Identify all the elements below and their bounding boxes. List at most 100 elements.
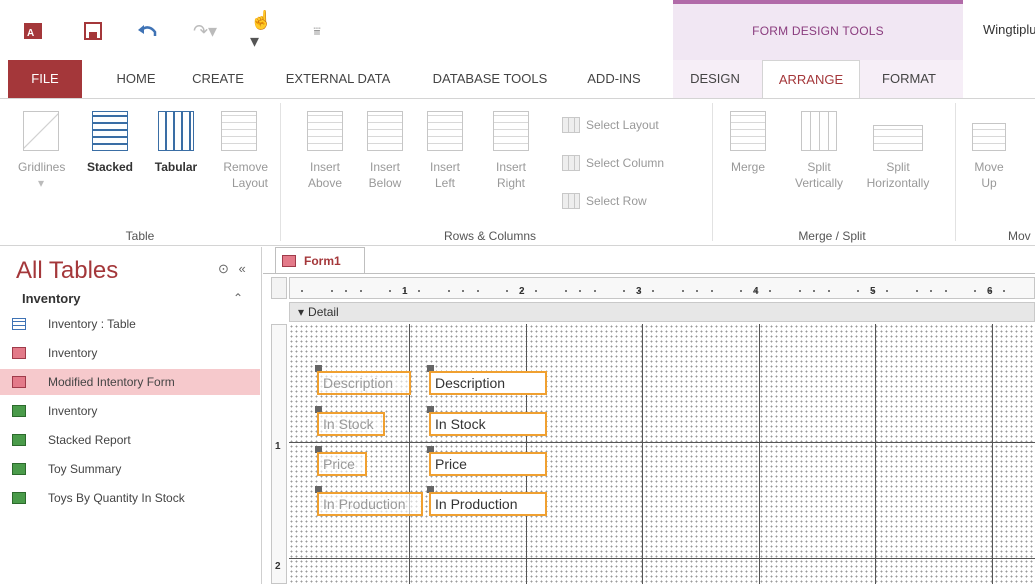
tab-design[interactable]: DESIGN — [680, 60, 750, 98]
price-label[interactable]: Price — [317, 452, 367, 476]
nav-group-header[interactable]: Inventory — [22, 291, 81, 306]
shutter-bar-icon[interactable]: « — [239, 261, 246, 276]
list-item-selected[interactable]: Modified Intentory Form — [0, 369, 260, 395]
list-item-label: Inventory : Table — [48, 317, 136, 331]
ruler-dot — [652, 290, 655, 292]
insert-left-icon — [427, 111, 463, 151]
detail-section-header[interactable]: ▾ Detail — [289, 302, 1035, 322]
remove-layout-icon — [221, 111, 257, 151]
description-textbox[interactable]: Description — [429, 371, 547, 395]
remove-layout-label-2: Layout — [231, 176, 268, 190]
merge-button[interactable]: Merge — [724, 111, 772, 175]
in-production-label[interactable]: In Production — [317, 492, 423, 516]
list-item[interactable]: Inventory — [12, 340, 258, 366]
merge-label: Merge — [730, 160, 765, 174]
select-column-label: Select Column — [586, 156, 665, 170]
tab-file[interactable]: FILE — [8, 60, 82, 98]
move-up-button[interactable]: Move Up — [966, 111, 1012, 191]
tab-home[interactable]: HOME — [104, 60, 168, 98]
tab-form1[interactable]: Form1 — [275, 247, 365, 273]
remove-layout-label-1: Remove — [223, 160, 268, 174]
insert-right-button[interactable]: Insert Right — [484, 111, 538, 191]
ruler-number: 3 — [636, 286, 642, 297]
ribbon-separator — [712, 103, 713, 241]
split-vertically-icon — [801, 111, 837, 151]
horizontal-ruler[interactable]: 1 2 3 4 5 6 — [289, 277, 1035, 299]
form-selector[interactable] — [271, 277, 287, 299]
insert-below-button[interactable]: Insert Below — [358, 111, 412, 191]
report-icon — [12, 463, 26, 475]
save-icon[interactable] — [82, 20, 104, 42]
ruler-number: 6 — [987, 286, 993, 297]
split-vertically-button[interactable]: Split Vertically — [786, 111, 852, 191]
customize-qat-icon[interactable]: ⩸ — [310, 20, 324, 42]
split-vertically-label-2: Vertically — [794, 176, 844, 190]
report-icon — [12, 492, 26, 504]
ruler-dot — [944, 290, 947, 292]
split-horizontally-button[interactable]: Split Horizontally — [856, 111, 940, 191]
merge-split-group-label: Merge / Split — [798, 229, 866, 243]
ruler-dot — [623, 290, 626, 292]
ruler-dot — [710, 290, 713, 292]
table-group-label: Table — [125, 229, 155, 243]
select-layout-button[interactable]: Select Layout — [562, 117, 659, 133]
vruler-number: 1 — [275, 441, 281, 452]
in-stock-textbox[interactable]: In Stock — [429, 412, 547, 436]
grid-line — [992, 324, 993, 584]
list-item[interactable]: Toy Summary — [12, 456, 258, 482]
nav-pane-title[interactable]: All Tables — [16, 257, 118, 285]
tab-database-tools[interactable]: DATABASE TOOLS — [420, 60, 560, 98]
insert-left-button[interactable]: Insert Left — [418, 111, 472, 191]
ruler-number: 2 — [519, 286, 525, 297]
access-logo-icon: A — [22, 20, 44, 42]
redo-icon[interactable]: ↷▾ — [190, 20, 220, 42]
form-icon — [282, 254, 296, 267]
nav-dropdown-icon[interactable]: ⊙ — [218, 261, 229, 276]
tab-arrange[interactable]: ARRANGE — [762, 60, 860, 99]
tab-create[interactable]: CREATE — [182, 60, 254, 98]
ruler-dot — [345, 290, 348, 292]
undo-icon[interactable] — [136, 20, 160, 42]
tab-add-ins[interactable]: ADD-INS — [576, 60, 652, 98]
select-row-label: Select Row — [586, 194, 647, 208]
vertical-ruler[interactable]: 1 2 — [271, 324, 287, 584]
in-production-textbox[interactable]: In Production — [429, 492, 547, 516]
form-icon — [12, 376, 26, 388]
insert-below-icon — [367, 111, 403, 151]
list-item-label: Toys By Quantity In Stock — [48, 491, 185, 505]
list-item[interactable]: Toys By Quantity In Stock — [12, 485, 258, 511]
context-group-label: FORM DESIGN TOOLS — [752, 24, 884, 38]
select-column-button[interactable]: Select Column — [562, 155, 664, 171]
touch-mode-icon[interactable]: ☝▾ — [250, 10, 280, 51]
ruler-dot — [886, 290, 889, 292]
gridlines-button[interactable]: Gridlines ▾ — [18, 111, 66, 191]
list-item[interactable]: Stacked Report — [12, 427, 258, 453]
list-item[interactable]: Inventory : Table — [12, 311, 258, 337]
design-grid[interactable]: Description Description In Stock In Stoc… — [289, 324, 1035, 584]
move-up-icon — [972, 123, 1006, 151]
stacked-button[interactable]: Stacked — [80, 111, 140, 175]
description-label[interactable]: Description — [317, 371, 411, 395]
remove-layout-button[interactable]: Remove Layout — [210, 111, 268, 191]
tab-format[interactable]: FORMAT — [870, 60, 948, 98]
price-textbox[interactable]: Price — [429, 452, 547, 476]
section-label: Detail — [308, 305, 339, 319]
collapse-group-icon[interactable]: ⌃ — [233, 291, 243, 305]
ruler-dot — [418, 290, 421, 292]
svg-text:A: A — [27, 28, 34, 39]
insert-left-label-2: Left — [434, 176, 455, 190]
select-row-button[interactable]: Select Row — [562, 193, 647, 209]
navigation-pane: All Tables ⊙ « Inventory ⌃ Inventory : T… — [0, 247, 262, 584]
insert-above-button[interactable]: Insert Above — [298, 111, 352, 191]
section-arrow-icon: ▾ — [298, 305, 305, 319]
tab-external-data[interactable]: EXTERNAL DATA — [276, 60, 400, 98]
ruler-dot — [827, 290, 830, 292]
gridlines-icon — [23, 111, 59, 151]
ribbon: Gridlines ▾ Stacked Tabular Remove Layout… — [0, 98, 1035, 246]
in-stock-label[interactable]: In Stock — [317, 412, 385, 436]
select-column-icon — [562, 155, 580, 171]
tabular-button[interactable]: Tabular — [148, 111, 204, 175]
gridlines-label: Gridlines — [18, 160, 66, 174]
document-area: Form1 1 2 3 4 5 6 ▾ Detail 1 2 Description De… — [263, 247, 1035, 584]
list-item[interactable]: Inventory — [12, 398, 258, 424]
